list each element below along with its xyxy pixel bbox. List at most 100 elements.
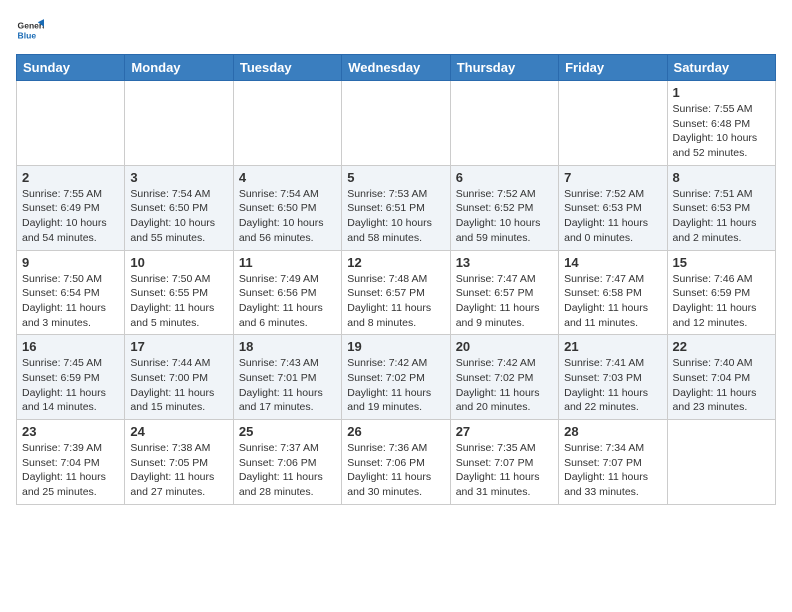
day-info: Sunrise: 7:41 AM Sunset: 7:03 PM Dayligh… <box>564 356 661 415</box>
day-info: Sunrise: 7:52 AM Sunset: 6:52 PM Dayligh… <box>456 187 553 246</box>
calendar-day-header: Thursday <box>450 55 558 81</box>
day-info: Sunrise: 7:42 AM Sunset: 7:02 PM Dayligh… <box>456 356 553 415</box>
calendar-cell: 22 Sunrise: 7:40 AM Sunset: 7:04 PM Dayli… <box>667 335 775 420</box>
day-info: Sunrise: 7:35 AM Sunset: 7:07 PM Dayligh… <box>456 441 553 500</box>
calendar-week-row: 1 Sunrise: 7:55 AM Sunset: 6:48 PM Daylig… <box>17 81 776 166</box>
day-info: Sunrise: 7:55 AM Sunset: 6:48 PM Dayligh… <box>673 102 770 161</box>
calendar-cell: 17 Sunrise: 7:44 AM Sunset: 7:00 PM Dayli… <box>125 335 233 420</box>
calendar-cell <box>342 81 450 166</box>
calendar-cell: 25 Sunrise: 7:37 AM Sunset: 7:06 PM Dayli… <box>233 420 341 505</box>
page-header: General Blue <box>16 16 776 44</box>
day-info: Sunrise: 7:44 AM Sunset: 7:00 PM Dayligh… <box>130 356 227 415</box>
calendar-day-header: Saturday <box>667 55 775 81</box>
day-info: Sunrise: 7:43 AM Sunset: 7:01 PM Dayligh… <box>239 356 336 415</box>
calendar-cell: 12 Sunrise: 7:48 AM Sunset: 6:57 PM Dayli… <box>342 250 450 335</box>
calendar-cell: 24 Sunrise: 7:38 AM Sunset: 7:05 PM Dayli… <box>125 420 233 505</box>
calendar-cell: 15 Sunrise: 7:46 AM Sunset: 6:59 PM Dayli… <box>667 250 775 335</box>
day-info: Sunrise: 7:50 AM Sunset: 6:54 PM Dayligh… <box>22 272 119 331</box>
day-number: 12 <box>347 255 444 270</box>
day-info: Sunrise: 7:55 AM Sunset: 6:49 PM Dayligh… <box>22 187 119 246</box>
calendar-table: SundayMondayTuesdayWednesdayThursdayFrid… <box>16 54 776 505</box>
calendar-cell: 3 Sunrise: 7:54 AM Sunset: 6:50 PM Daylig… <box>125 165 233 250</box>
calendar-cell: 27 Sunrise: 7:35 AM Sunset: 7:07 PM Dayli… <box>450 420 558 505</box>
calendar-day-header: Friday <box>559 55 667 81</box>
day-number: 1 <box>673 85 770 100</box>
day-number: 6 <box>456 170 553 185</box>
day-number: 16 <box>22 339 119 354</box>
day-info: Sunrise: 7:50 AM Sunset: 6:55 PM Dayligh… <box>130 272 227 331</box>
day-number: 8 <box>673 170 770 185</box>
day-number: 27 <box>456 424 553 439</box>
calendar-cell: 13 Sunrise: 7:47 AM Sunset: 6:57 PM Dayli… <box>450 250 558 335</box>
day-number: 28 <box>564 424 661 439</box>
day-number: 10 <box>130 255 227 270</box>
calendar-week-row: 23 Sunrise: 7:39 AM Sunset: 7:04 PM Dayli… <box>17 420 776 505</box>
day-number: 3 <box>130 170 227 185</box>
calendar-day-header: Wednesday <box>342 55 450 81</box>
calendar-cell <box>667 420 775 505</box>
calendar-cell <box>17 81 125 166</box>
calendar-cell: 19 Sunrise: 7:42 AM Sunset: 7:02 PM Dayli… <box>342 335 450 420</box>
calendar-cell: 11 Sunrise: 7:49 AM Sunset: 6:56 PM Dayli… <box>233 250 341 335</box>
day-number: 22 <box>673 339 770 354</box>
day-number: 15 <box>673 255 770 270</box>
day-number: 17 <box>130 339 227 354</box>
day-info: Sunrise: 7:48 AM Sunset: 6:57 PM Dayligh… <box>347 272 444 331</box>
day-info: Sunrise: 7:34 AM Sunset: 7:07 PM Dayligh… <box>564 441 661 500</box>
day-info: Sunrise: 7:36 AM Sunset: 7:06 PM Dayligh… <box>347 441 444 500</box>
calendar-cell: 10 Sunrise: 7:50 AM Sunset: 6:55 PM Dayli… <box>125 250 233 335</box>
calendar-cell: 2 Sunrise: 7:55 AM Sunset: 6:49 PM Daylig… <box>17 165 125 250</box>
day-info: Sunrise: 7:42 AM Sunset: 7:02 PM Dayligh… <box>347 356 444 415</box>
calendar-cell: 1 Sunrise: 7:55 AM Sunset: 6:48 PM Daylig… <box>667 81 775 166</box>
calendar-day-header: Tuesday <box>233 55 341 81</box>
calendar-cell: 4 Sunrise: 7:54 AM Sunset: 6:50 PM Daylig… <box>233 165 341 250</box>
calendar-cell: 8Sunrise: 7:51 AM Sunset: 6:53 PM Daylig… <box>667 165 775 250</box>
calendar-week-row: 2 Sunrise: 7:55 AM Sunset: 6:49 PM Daylig… <box>17 165 776 250</box>
day-number: 5 <box>347 170 444 185</box>
day-number: 4 <box>239 170 336 185</box>
day-info: Sunrise: 7:37 AM Sunset: 7:06 PM Dayligh… <box>239 441 336 500</box>
day-info: Sunrise: 7:46 AM Sunset: 6:59 PM Dayligh… <box>673 272 770 331</box>
day-number: 18 <box>239 339 336 354</box>
day-number: 14 <box>564 255 661 270</box>
day-number: 25 <box>239 424 336 439</box>
calendar-cell: 28 Sunrise: 7:34 AM Sunset: 7:07 PM Dayli… <box>559 420 667 505</box>
day-info: Sunrise: 7:39 AM Sunset: 7:04 PM Dayligh… <box>22 441 119 500</box>
day-number: 26 <box>347 424 444 439</box>
day-info: Sunrise: 7:40 AM Sunset: 7:04 PM Dayligh… <box>673 356 770 415</box>
day-number: 24 <box>130 424 227 439</box>
calendar-cell <box>450 81 558 166</box>
day-info: Sunrise: 7:53 AM Sunset: 6:51 PM Dayligh… <box>347 187 444 246</box>
day-number: 20 <box>456 339 553 354</box>
calendar-cell: 14 Sunrise: 7:47 AM Sunset: 6:58 PM Dayli… <box>559 250 667 335</box>
svg-text:Blue: Blue <box>18 31 37 41</box>
day-info: Sunrise: 7:52 AM Sunset: 6:53 PM Dayligh… <box>564 187 661 246</box>
calendar-cell: 23 Sunrise: 7:39 AM Sunset: 7:04 PM Dayli… <box>17 420 125 505</box>
day-info: Sunrise: 7:47 AM Sunset: 6:58 PM Dayligh… <box>564 272 661 331</box>
day-number: 23 <box>22 424 119 439</box>
calendar-day-header: Sunday <box>17 55 125 81</box>
day-number: 21 <box>564 339 661 354</box>
calendar-day-header: Monday <box>125 55 233 81</box>
calendar-cell: 5 Sunrise: 7:53 AM Sunset: 6:51 PM Daylig… <box>342 165 450 250</box>
logo: General Blue <box>16 16 46 44</box>
day-info: Sunrise: 7:49 AM Sunset: 6:56 PM Dayligh… <box>239 272 336 331</box>
day-info: Sunrise: 7:38 AM Sunset: 7:05 PM Dayligh… <box>130 441 227 500</box>
day-number: 9 <box>22 255 119 270</box>
day-info: Sunrise: 7:54 AM Sunset: 6:50 PM Dayligh… <box>130 187 227 246</box>
calendar-header-row: SundayMondayTuesdayWednesdayThursdayFrid… <box>17 55 776 81</box>
calendar-cell: 6 Sunrise: 7:52 AM Sunset: 6:52 PM Daylig… <box>450 165 558 250</box>
calendar-cell: 9 Sunrise: 7:50 AM Sunset: 6:54 PM Daylig… <box>17 250 125 335</box>
calendar-week-row: 16 Sunrise: 7:45 AM Sunset: 6:59 PM Dayli… <box>17 335 776 420</box>
day-info: Sunrise: 7:45 AM Sunset: 6:59 PM Dayligh… <box>22 356 119 415</box>
calendar-cell: 21 Sunrise: 7:41 AM Sunset: 7:03 PM Dayli… <box>559 335 667 420</box>
day-info: Sunrise: 7:54 AM Sunset: 6:50 PM Dayligh… <box>239 187 336 246</box>
day-info: Sunrise: 7:47 AM Sunset: 6:57 PM Dayligh… <box>456 272 553 331</box>
calendar-cell: 7 Sunrise: 7:52 AM Sunset: 6:53 PM Daylig… <box>559 165 667 250</box>
day-number: 19 <box>347 339 444 354</box>
day-number: 2 <box>22 170 119 185</box>
day-number: 11 <box>239 255 336 270</box>
day-number: 13 <box>456 255 553 270</box>
calendar-cell <box>125 81 233 166</box>
day-number: 7 <box>564 170 661 185</box>
